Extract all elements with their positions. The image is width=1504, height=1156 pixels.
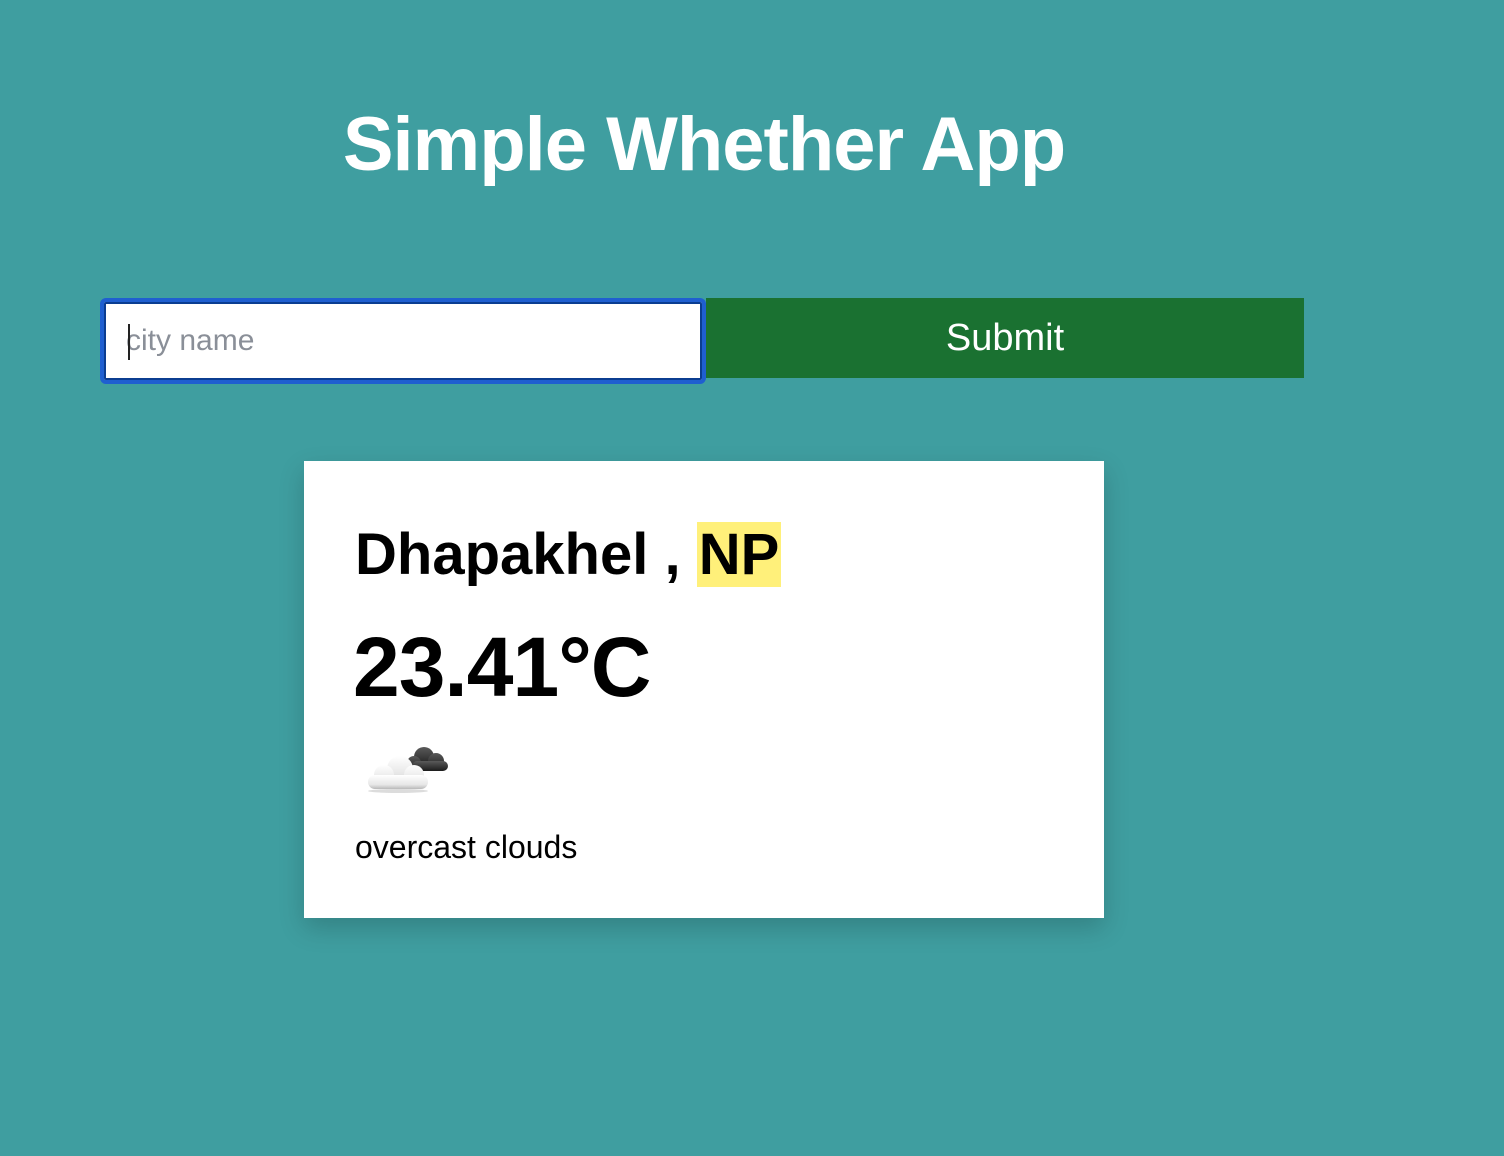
- overcast-clouds-icon: [368, 747, 448, 793]
- search-form: Submit: [100, 298, 1304, 384]
- text-caret: [128, 324, 130, 360]
- country-code: NP: [696, 522, 782, 587]
- location-heading: Dhapakhel , NP: [355, 519, 782, 591]
- submit-button[interactable]: Submit: [706, 298, 1304, 378]
- app-title: Simple Whether App: [342, 102, 1066, 187]
- city-name: Dhapakhel: [355, 522, 649, 587]
- weather-description: overcast clouds: [355, 829, 578, 865]
- weather-card: Dhapakhel , NP 23.41°C overcast clouds: [304, 461, 1104, 918]
- temperature: 23.41°C: [353, 620, 651, 714]
- location-separator: ,: [664, 522, 681, 587]
- city-name-input[interactable]: [100, 298, 706, 384]
